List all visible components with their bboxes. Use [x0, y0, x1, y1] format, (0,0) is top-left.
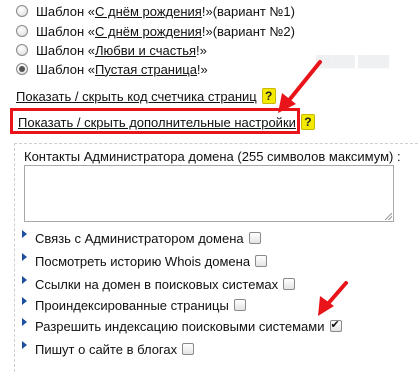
- option-label: Связь с Администратором домена: [35, 230, 244, 246]
- template-link[interactable]: С днём рождения: [95, 4, 202, 19]
- toggle-counter-code[interactable]: Показать / скрыть код счетчика страниц ?: [16, 87, 276, 105]
- help-icon[interactable]: ?: [261, 88, 276, 104]
- option-label: Ссылки на домен в поисковых системах: [35, 276, 279, 292]
- template-option-4[interactable]: Шаблон «Пустая страница!»: [16, 60, 208, 78]
- option-label: Разрешить индексацию поисковыми системам…: [35, 318, 325, 334]
- template-prefix: Шаблон «: [36, 3, 95, 19]
- template-prefix: Шаблон «: [36, 42, 95, 58]
- contacts-label: Контакты Администратора домена (255 симв…: [24, 149, 401, 164]
- template-option-3[interactable]: Шаблон «Любви и счастья!»: [16, 41, 207, 59]
- option-label: Пишут о сайте в блогах: [35, 341, 178, 357]
- option-whois-history[interactable]: Посмотреть историю Whois домена: [22, 252, 268, 270]
- option-checkbox[interactable]: [283, 278, 296, 290]
- option-checkbox[interactable]: [233, 299, 246, 311]
- template-radio-2[interactable]: [16, 25, 28, 37]
- option-checkbox[interactable]: [329, 318, 342, 332]
- option-checkbox[interactable]: [255, 255, 268, 267]
- template-link[interactable]: Пустая страница: [95, 62, 197, 77]
- option-label: Посмотреть историю Whois домена: [35, 253, 251, 269]
- template-radio-3[interactable]: [16, 44, 28, 56]
- template-radio-4[interactable]: [16, 63, 28, 75]
- option-indexed-pages[interactable]: Проиндексированные страницы: [22, 296, 246, 314]
- template-suffix: !»(вариант №1): [201, 3, 295, 19]
- arrow-to-extra-settings-icon: [278, 60, 322, 113]
- bullet-arrow-icon: [22, 318, 27, 326]
- bullet-arrow-icon: [22, 297, 27, 305]
- contacts-textarea[interactable]: [24, 165, 394, 222]
- toggle-extra-settings-link[interactable]: Показать / скрыть дополнительные настрой…: [18, 115, 296, 130]
- option-label: Проиндексированные страницы: [35, 297, 229, 313]
- option-blog-mentions[interactable]: Пишут о сайте в блогах: [22, 340, 195, 358]
- option-checkbox[interactable]: [182, 343, 195, 355]
- background-ghost-text: █████ ████: [316, 56, 390, 68]
- template-link[interactable]: С днём рождения: [95, 24, 202, 39]
- template-suffix: !»(вариант №2): [201, 23, 295, 39]
- template-link[interactable]: Любви и счастья: [95, 43, 196, 58]
- template-radio-1[interactable]: [16, 5, 28, 17]
- help-icon[interactable]: ?: [300, 114, 315, 130]
- bullet-arrow-icon: [22, 253, 27, 261]
- toggle-extra-settings[interactable]: Показать / скрыть дополнительные настрой…: [18, 113, 315, 131]
- template-suffix: !»: [196, 42, 207, 58]
- bullet-arrow-icon: [22, 230, 27, 238]
- template-prefix: Шаблон «: [36, 23, 95, 39]
- template-option-2[interactable]: Шаблон «С днём рождения !»(вариант №2): [16, 22, 295, 40]
- template-option-1[interactable]: Шаблон «С днём рождения !»(вариант №1): [16, 2, 295, 20]
- option-allow-indexing[interactable]: Разрешить индексацию поисковыми системам…: [22, 317, 342, 335]
- template-prefix: Шаблон «: [36, 61, 95, 77]
- option-checkbox[interactable]: [248, 232, 261, 244]
- toggle-counter-code-link[interactable]: Показать / скрыть код счетчика страниц: [16, 89, 257, 104]
- bullet-arrow-icon: [22, 276, 27, 284]
- bullet-arrow-icon: [22, 341, 27, 349]
- template-suffix: !»: [196, 61, 208, 77]
- resize-grip-icon[interactable]: [385, 213, 392, 220]
- option-contact-admin[interactable]: Связь с Администратором домена: [22, 229, 261, 247]
- option-search-links[interactable]: Ссылки на домен в поисковых системах: [22, 275, 296, 293]
